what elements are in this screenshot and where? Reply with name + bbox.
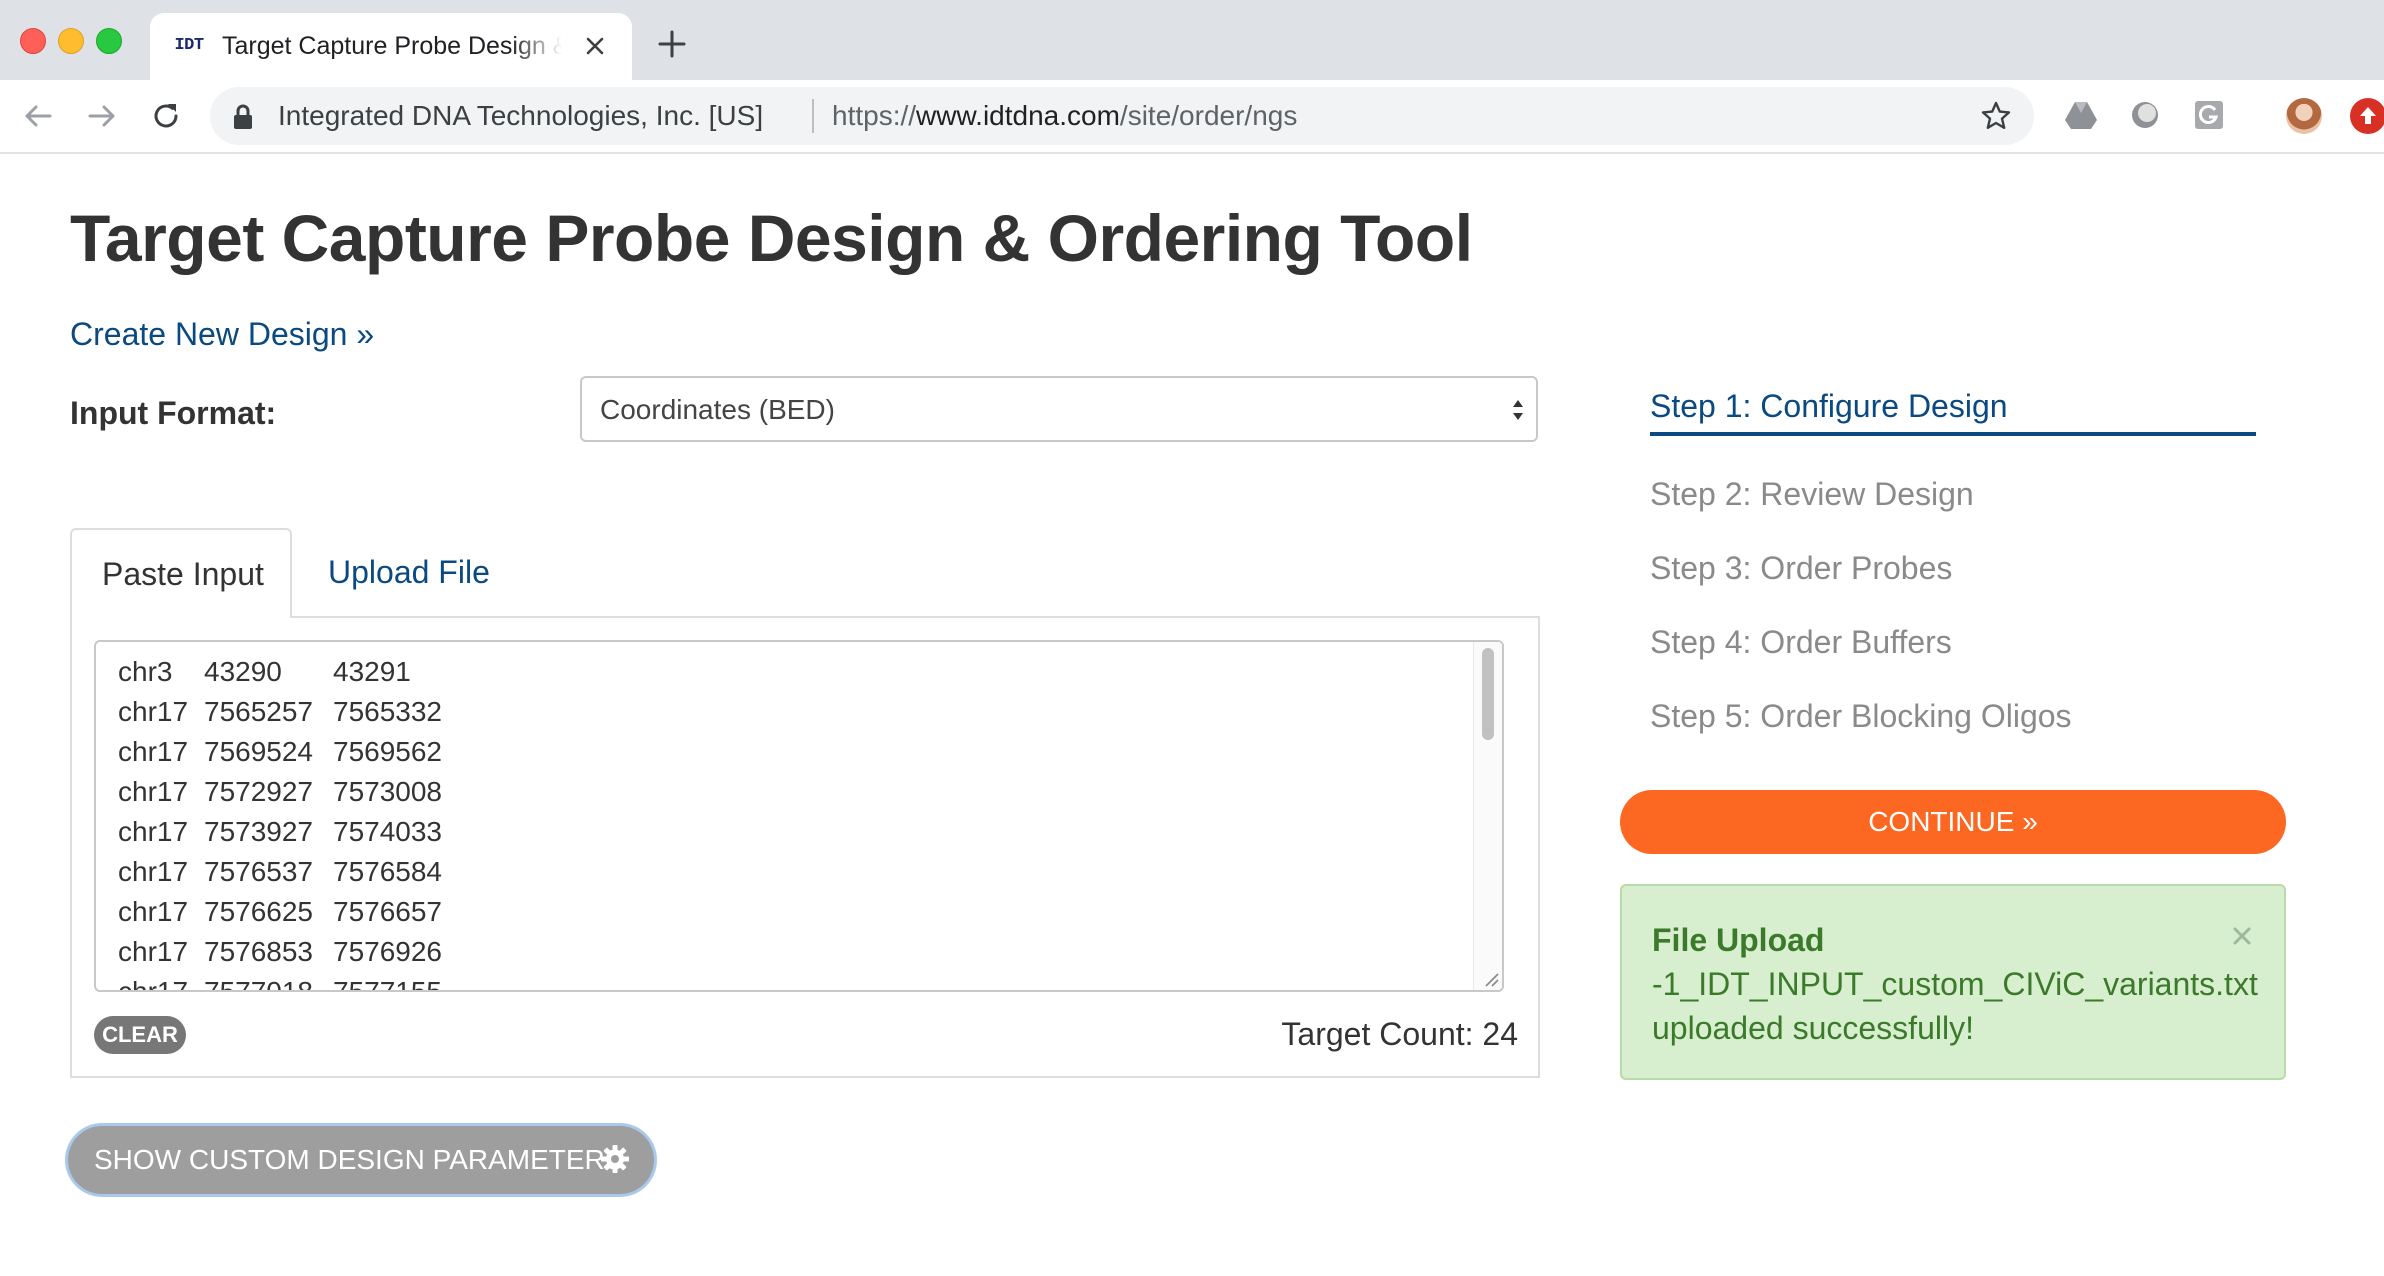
alert-title: File Upload bbox=[1652, 922, 1825, 958]
browser-tab-active[interactable]: IDT Target Capture Probe Design & Orderi… bbox=[150, 13, 632, 80]
tab-title: Target Capture Probe Design & Ordering T… bbox=[222, 32, 562, 60]
gear-icon bbox=[601, 1145, 629, 1173]
file-upload-alert: File Upload -1_IDT_INPUT_custom_CIViC_va… bbox=[1620, 884, 2286, 1080]
g-extension-icon[interactable] bbox=[2192, 98, 2226, 132]
create-new-design-link[interactable]: Create New Design » bbox=[70, 314, 374, 354]
profile-avatar[interactable] bbox=[2286, 98, 2322, 134]
idt-favicon-icon: IDT bbox=[174, 36, 204, 55]
select-arrows-icon bbox=[1513, 400, 1523, 420]
drive-extension-icon[interactable] bbox=[2064, 98, 2098, 132]
bed-row: chr17 7572927 7573008 bbox=[118, 776, 443, 807]
bed-row: chr3 43290 43291 bbox=[118, 656, 411, 687]
address-bar[interactable]: Integrated DNA Technologies, Inc. [US] h… bbox=[210, 87, 2034, 145]
browser-tab-strip: IDT Target Capture Probe Design & Orderi… bbox=[0, 0, 2384, 80]
step-2-review-design[interactable]: Step 2: Review Design bbox=[1650, 474, 1974, 514]
back-arrow-icon[interactable] bbox=[20, 98, 56, 134]
bed-row: chr17 7565257 7565332 bbox=[118, 696, 443, 727]
show-custom-design-parameters-button[interactable]: SHOW CUSTOM DESIGN PARAMETERS bbox=[68, 1126, 654, 1194]
browser-toolbar: Integrated DNA Technologies, Inc. [US] h… bbox=[0, 80, 2384, 154]
url-separator bbox=[812, 99, 814, 133]
clear-button[interactable]: CLEAR bbox=[94, 1016, 186, 1054]
tab-upload-file-label: Upload File bbox=[328, 554, 490, 590]
lock-icon[interactable] bbox=[232, 104, 254, 130]
custom-params-label: SHOW CUSTOM DESIGN PARAMETERS bbox=[94, 1144, 624, 1175]
reload-icon[interactable] bbox=[148, 98, 184, 134]
tab-upload-file[interactable]: Upload File bbox=[300, 528, 520, 618]
forward-arrow-icon[interactable] bbox=[84, 98, 120, 134]
window-minimize-button[interactable] bbox=[58, 28, 84, 54]
update-arrow-icon[interactable] bbox=[2350, 98, 2384, 134]
site-identity: Integrated DNA Technologies, Inc. [US] bbox=[278, 100, 764, 131]
window-close-button[interactable] bbox=[20, 28, 46, 54]
url-scheme: https:// bbox=[832, 100, 917, 131]
bed-row: chr17 7576537 7576584 bbox=[118, 856, 443, 887]
tab-paste-input-label: Paste Input bbox=[102, 556, 264, 592]
alert-message: uploaded successfully! bbox=[1652, 1010, 1974, 1046]
active-step-underline bbox=[1650, 432, 2256, 436]
url-path: /site/order/ngs bbox=[1119, 100, 1298, 131]
input-format-value: Coordinates (BED) bbox=[600, 394, 835, 425]
window-zoom-button[interactable] bbox=[96, 28, 122, 54]
paste-input-panel: chr3 43290 43291 chr17 7565257 7565332 chr17… bbox=[70, 616, 1540, 1078]
textarea-scroll-thumb[interactable] bbox=[1482, 648, 1494, 740]
bed-input-textarea[interactable]: chr3 43290 43291 chr17 7565257 7565332 chr17… bbox=[94, 640, 1504, 992]
bed-row: chr17 7569524 7569562 bbox=[118, 736, 443, 767]
page-title: Target Capture Probe Design & Ordering T… bbox=[70, 201, 1473, 275]
new-tab-icon[interactable] bbox=[655, 27, 689, 61]
step-4-order-buffers[interactable]: Step 4: Order Buffers bbox=[1650, 622, 1952, 662]
target-count: Target Count: 24 bbox=[1281, 1016, 1518, 1052]
step-3-order-probes[interactable]: Step 3: Order Probes bbox=[1650, 548, 1952, 588]
step-1-configure-design[interactable]: Step 1: Configure Design bbox=[1650, 386, 2008, 426]
tab-close-icon[interactable] bbox=[580, 31, 610, 61]
bed-row: chr17 7573927 7574033 bbox=[118, 816, 443, 847]
input-format-label: Input Format: bbox=[70, 395, 277, 431]
continue-button[interactable]: CONTINUE » bbox=[1620, 790, 2286, 854]
resize-grip-icon[interactable] bbox=[1480, 968, 1500, 988]
url-host: www.idtdna.com bbox=[916, 100, 1120, 131]
textarea-scrollbar[interactable] bbox=[1473, 642, 1502, 990]
step-5-order-blocking-oligos[interactable]: Step 5: Order Blocking Oligos bbox=[1650, 696, 2072, 736]
bed-row: chr17 7576853 7576926 bbox=[118, 936, 443, 967]
url-text[interactable]: https://www.idtdna.com/site/order/ngs bbox=[832, 99, 1297, 133]
bed-input-content: chr3 43290 43291 chr17 7565257 7565332 chr17… bbox=[118, 652, 463, 992]
alert-filename: -1_IDT_INPUT_custom_CIViC_variants.txt bbox=[1652, 966, 2258, 1002]
bed-row: chr17 7577018 7577155 bbox=[118, 976, 443, 992]
circle-extension-icon[interactable] bbox=[2128, 98, 2162, 132]
bed-row: chr17 7576625 7576657 bbox=[118, 896, 443, 927]
input-format-select[interactable]: Coordinates (BED) bbox=[580, 376, 1538, 442]
tab-paste-input[interactable]: Paste Input bbox=[70, 528, 292, 618]
close-icon[interactable] bbox=[2230, 924, 2254, 948]
star-icon[interactable] bbox=[1980, 100, 2012, 132]
